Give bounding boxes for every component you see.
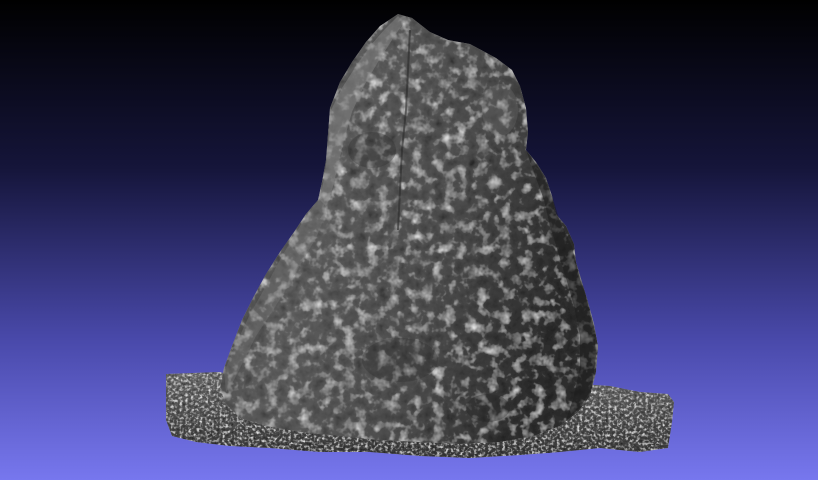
stone-hollow-right <box>466 394 510 422</box>
stone-hollow-lower <box>362 338 438 382</box>
stone-hollow-upper <box>348 132 396 168</box>
stone-mesh[interactable] <box>0 0 818 480</box>
3d-viewport[interactable] <box>0 0 818 480</box>
stone-bump-right <box>482 84 518 136</box>
